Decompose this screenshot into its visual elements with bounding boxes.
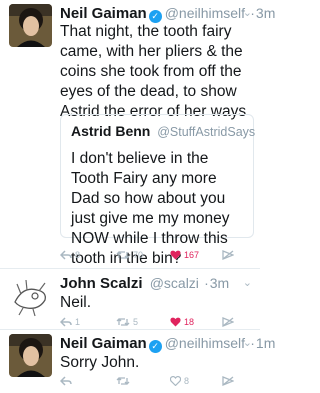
chevron-down-icon[interactable]: ⌄ [243,4,252,22]
tweet-actions: 8 [60,376,255,392]
tweet-text: Sorry John. [60,354,140,371]
tweet-header: Neil Gaiman ✓ @neilhimself ·1m ⌄ [60,334,275,353]
quoted-tweet-header: Astrid Benn @StuffAstridSays [71,123,255,141]
reply-icon [60,250,72,260]
like-count: 8 [184,376,190,386]
like-button[interactable]: 18 [170,317,194,327]
author-name[interactable]: John Scalzi [60,275,143,292]
tweet-header: John Scalzi @scalzi ·3m ⌄ [60,274,252,292]
separator: · [204,275,209,291]
author-name[interactable]: Neil Gaiman [60,335,147,352]
author-handle[interactable]: @neilhimself [165,335,245,351]
like-count: 18 [184,317,195,327]
author-handle[interactable]: @neilhimself [165,5,245,21]
heart-icon [170,376,181,386]
reply-count: 8 [75,250,81,260]
retweet-button[interactable]: 5 [116,317,138,327]
dm-icon [222,317,234,327]
quoted-author-handle: @StuffAstridSays [157,125,256,139]
timestamp[interactable]: 3m [210,275,229,291]
reply-count: 1 [75,317,81,327]
avatar-neil-gaiman[interactable] [9,4,52,47]
like-button[interactable]: 8 [170,376,189,386]
dm-button[interactable] [222,250,234,260]
divider [0,329,260,330]
tweet-text: That night, the tooth fairy came, with h… [60,23,247,120]
retweet-count: 70 [133,250,144,260]
dm-button[interactable] [222,376,234,386]
quoted-tweet[interactable]: Astrid Benn @StuffAstridSays I don't bel… [60,114,255,267]
timestamp[interactable]: 3m [256,5,275,21]
like-count: 167 [184,250,200,260]
chevron-down-icon[interactable]: ⌄ [243,274,252,292]
dm-icon [222,376,234,386]
chevron-down-icon[interactable]: ⌄ [243,334,252,352]
avatar-neil-gaiman[interactable] [9,334,52,377]
retweet-icon [116,318,130,326]
like-button[interactable]: 167 [170,250,199,260]
tweet-actions: 1 5 18 [60,317,255,333]
reply-icon [60,376,72,386]
verified-badge-icon: ✓ [148,340,162,353]
retweet-button[interactable]: 70 [116,250,143,260]
author-handle[interactable]: @scalzi [150,275,199,291]
reply-icon [60,317,72,327]
author-name[interactable]: Neil Gaiman [60,5,147,22]
tweet-text: Neil. [60,294,92,311]
heart-icon [170,317,181,327]
retweet-icon [116,251,130,259]
quoted-author-name: Astrid Benn [71,123,151,139]
dm-icon [222,250,234,260]
retweet-button[interactable] [116,376,130,386]
retweet-icon [116,377,130,385]
divider [0,268,260,269]
tweet-header: Neil Gaiman ✓ @neilhimself ·3m ⌄ [60,4,275,23]
reply-button[interactable]: 8 [60,250,80,260]
dm-button[interactable] [222,317,234,327]
reply-button[interactable] [60,376,72,386]
tweet-actions: 8 70 167 [60,250,255,266]
avatar-john-scalzi[interactable] [9,274,52,317]
reply-button[interactable]: 1 [60,317,80,327]
heart-icon [170,250,181,260]
timestamp[interactable]: 1m [256,335,275,351]
retweet-count: 5 [133,317,139,327]
